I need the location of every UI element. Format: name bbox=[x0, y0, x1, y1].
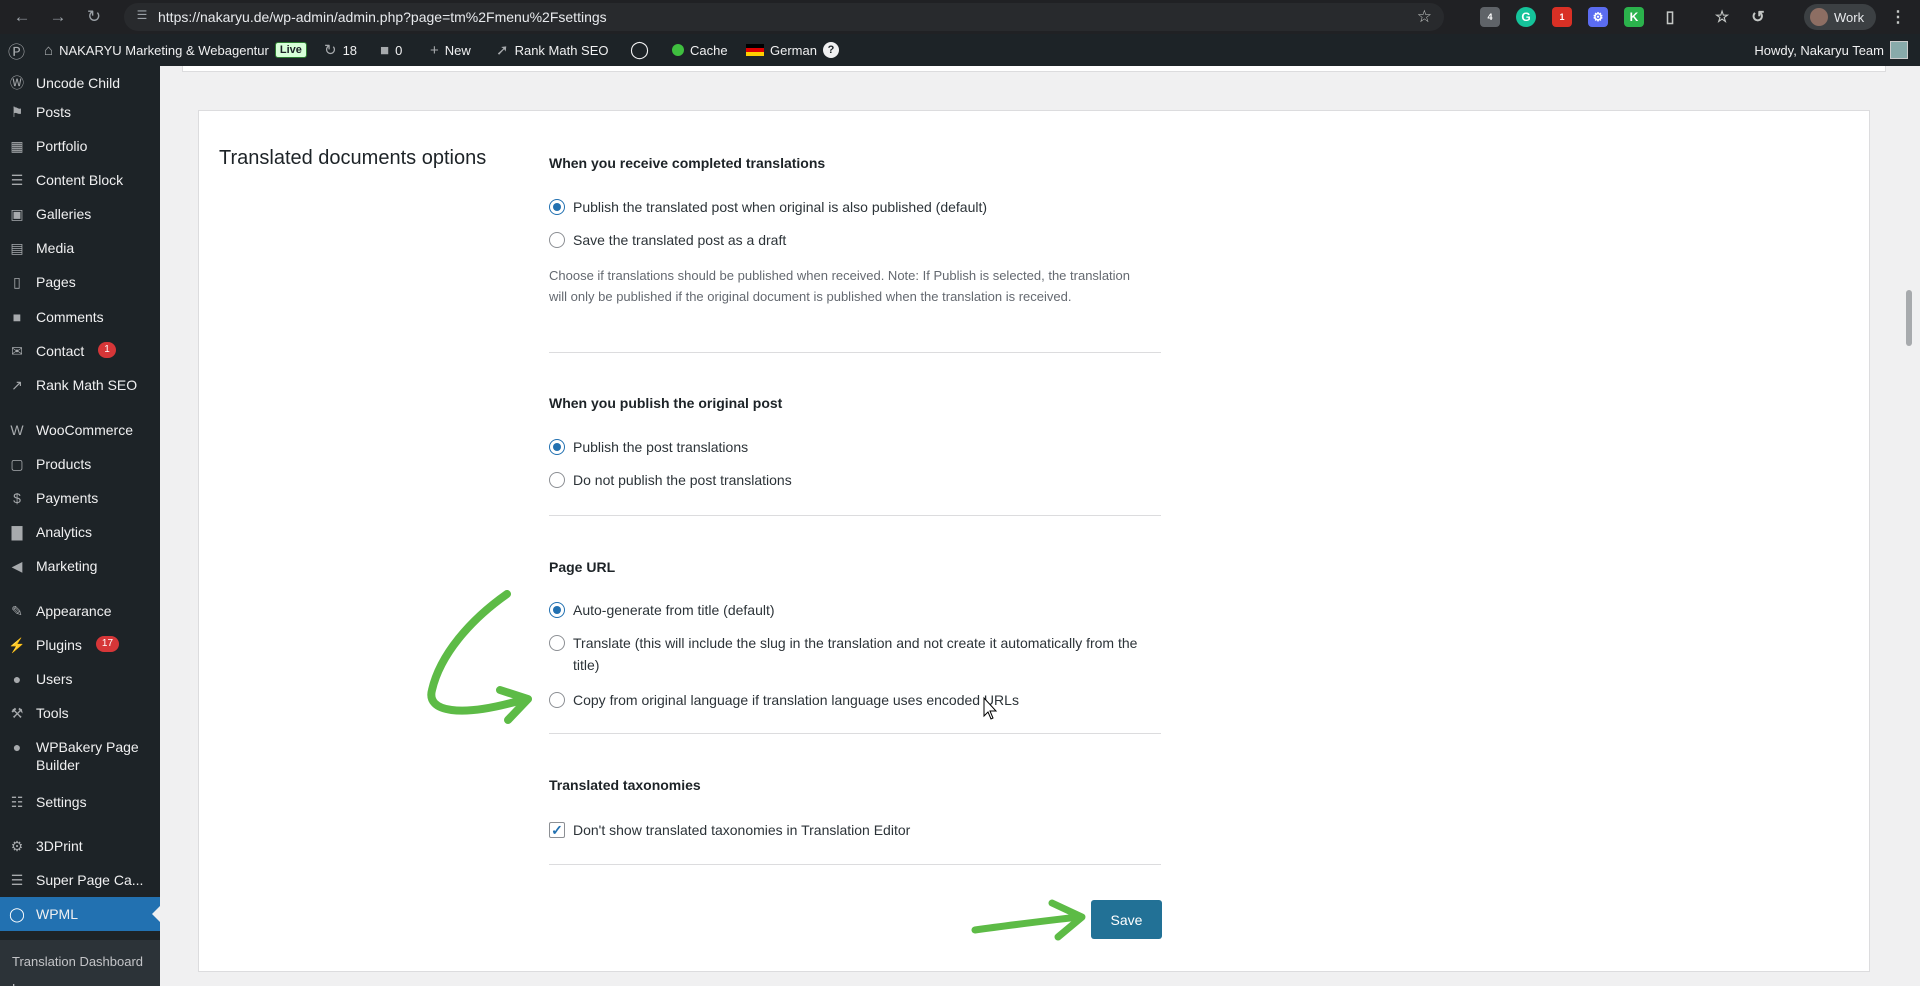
mouse-cursor-icon bbox=[983, 696, 998, 720]
annotation-overlay bbox=[427, 590, 1086, 941]
page-scrollbar[interactable] bbox=[1906, 290, 1912, 346]
annotation-arrow-straight bbox=[971, 913, 1082, 934]
